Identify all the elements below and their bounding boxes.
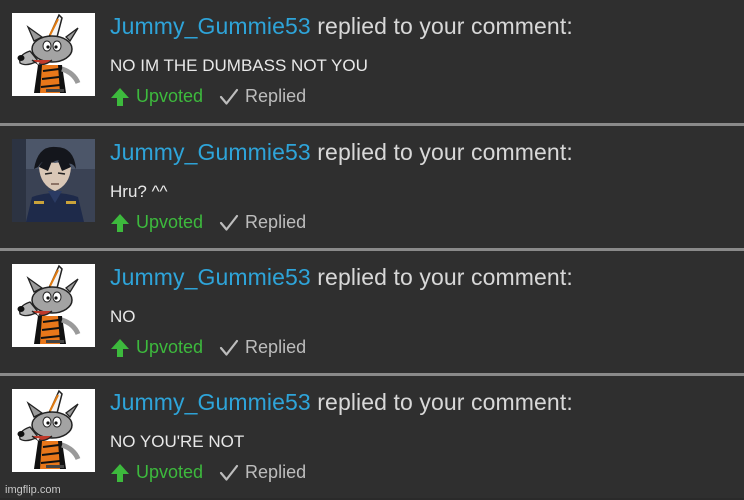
upvote-arrow-icon[interactable]	[110, 338, 130, 358]
avatar[interactable]	[12, 139, 95, 222]
upvote-arrow-icon[interactable]	[110, 87, 130, 107]
replied-label[interactable]: Replied	[245, 86, 306, 107]
cartoon-wolf-avatar-icon	[12, 264, 95, 347]
upvoted-label[interactable]: Upvoted	[136, 86, 203, 107]
replied-label[interactable]: Replied	[245, 337, 306, 358]
cartoon-wolf-avatar-icon	[12, 13, 95, 96]
avatar[interactable]	[12, 264, 95, 347]
notification-item[interactable]: Jummy_Gummie53 replied to your comment: …	[0, 376, 744, 498]
notification-item[interactable]: Jummy_Gummie53 replied to your comment: …	[0, 126, 744, 248]
cartoon-wolf-avatar-icon	[12, 389, 95, 472]
checkmark-icon[interactable]	[219, 338, 239, 358]
avatar[interactable]	[12, 13, 95, 96]
status-row: Upvoted Replied	[110, 212, 306, 233]
reply-text[interactable]: NO IM THE DUMBASS NOT YOU	[110, 56, 368, 76]
upvoted-label[interactable]: Upvoted	[136, 337, 203, 358]
anime-soldier-avatar-icon	[12, 139, 95, 222]
status-row: Upvoted Replied	[110, 337, 306, 358]
notification-action: replied to your comment:	[317, 264, 573, 290]
upvote-arrow-icon[interactable]	[110, 463, 130, 483]
notification-item[interactable]: Jummy_Gummie53 replied to your comment: …	[0, 251, 744, 373]
upvoted-label[interactable]: Upvoted	[136, 212, 203, 233]
reply-text[interactable]: NO	[110, 307, 136, 327]
notification-action: replied to your comment:	[317, 389, 573, 415]
notification-title: Jummy_Gummie53 replied to your comment:	[110, 264, 573, 291]
notification-title: Jummy_Gummie53 replied to your comment:	[110, 139, 573, 166]
checkmark-icon[interactable]	[219, 463, 239, 483]
reply-text[interactable]: NO YOU'RE NOT	[110, 432, 244, 452]
notification-title: Jummy_Gummie53 replied to your comment:	[110, 13, 573, 40]
upvoted-label[interactable]: Upvoted	[136, 462, 203, 483]
checkmark-icon[interactable]	[219, 213, 239, 233]
notification-title: Jummy_Gummie53 replied to your comment:	[110, 389, 573, 416]
avatar[interactable]	[12, 389, 95, 472]
status-row: Upvoted Replied	[110, 86, 306, 107]
replied-label[interactable]: Replied	[245, 462, 306, 483]
imgflip-watermark: imgflip.com	[5, 484, 61, 496]
upvote-arrow-icon[interactable]	[110, 213, 130, 233]
username-link[interactable]: Jummy_Gummie53	[110, 264, 311, 290]
notification-item[interactable]: Jummy_Gummie53 replied to your comment: …	[0, 0, 744, 123]
username-link[interactable]: Jummy_Gummie53	[110, 139, 311, 165]
replied-label[interactable]: Replied	[245, 212, 306, 233]
notification-list: Jummy_Gummie53 replied to your comment: …	[0, 0, 744, 498]
username-link[interactable]: Jummy_Gummie53	[110, 13, 311, 39]
reply-text[interactable]: Hru? ^^	[110, 182, 168, 202]
notification-action: replied to your comment:	[317, 139, 573, 165]
notification-action: replied to your comment:	[317, 13, 573, 39]
checkmark-icon[interactable]	[219, 87, 239, 107]
username-link[interactable]: Jummy_Gummie53	[110, 389, 311, 415]
status-row: Upvoted Replied	[110, 462, 306, 483]
